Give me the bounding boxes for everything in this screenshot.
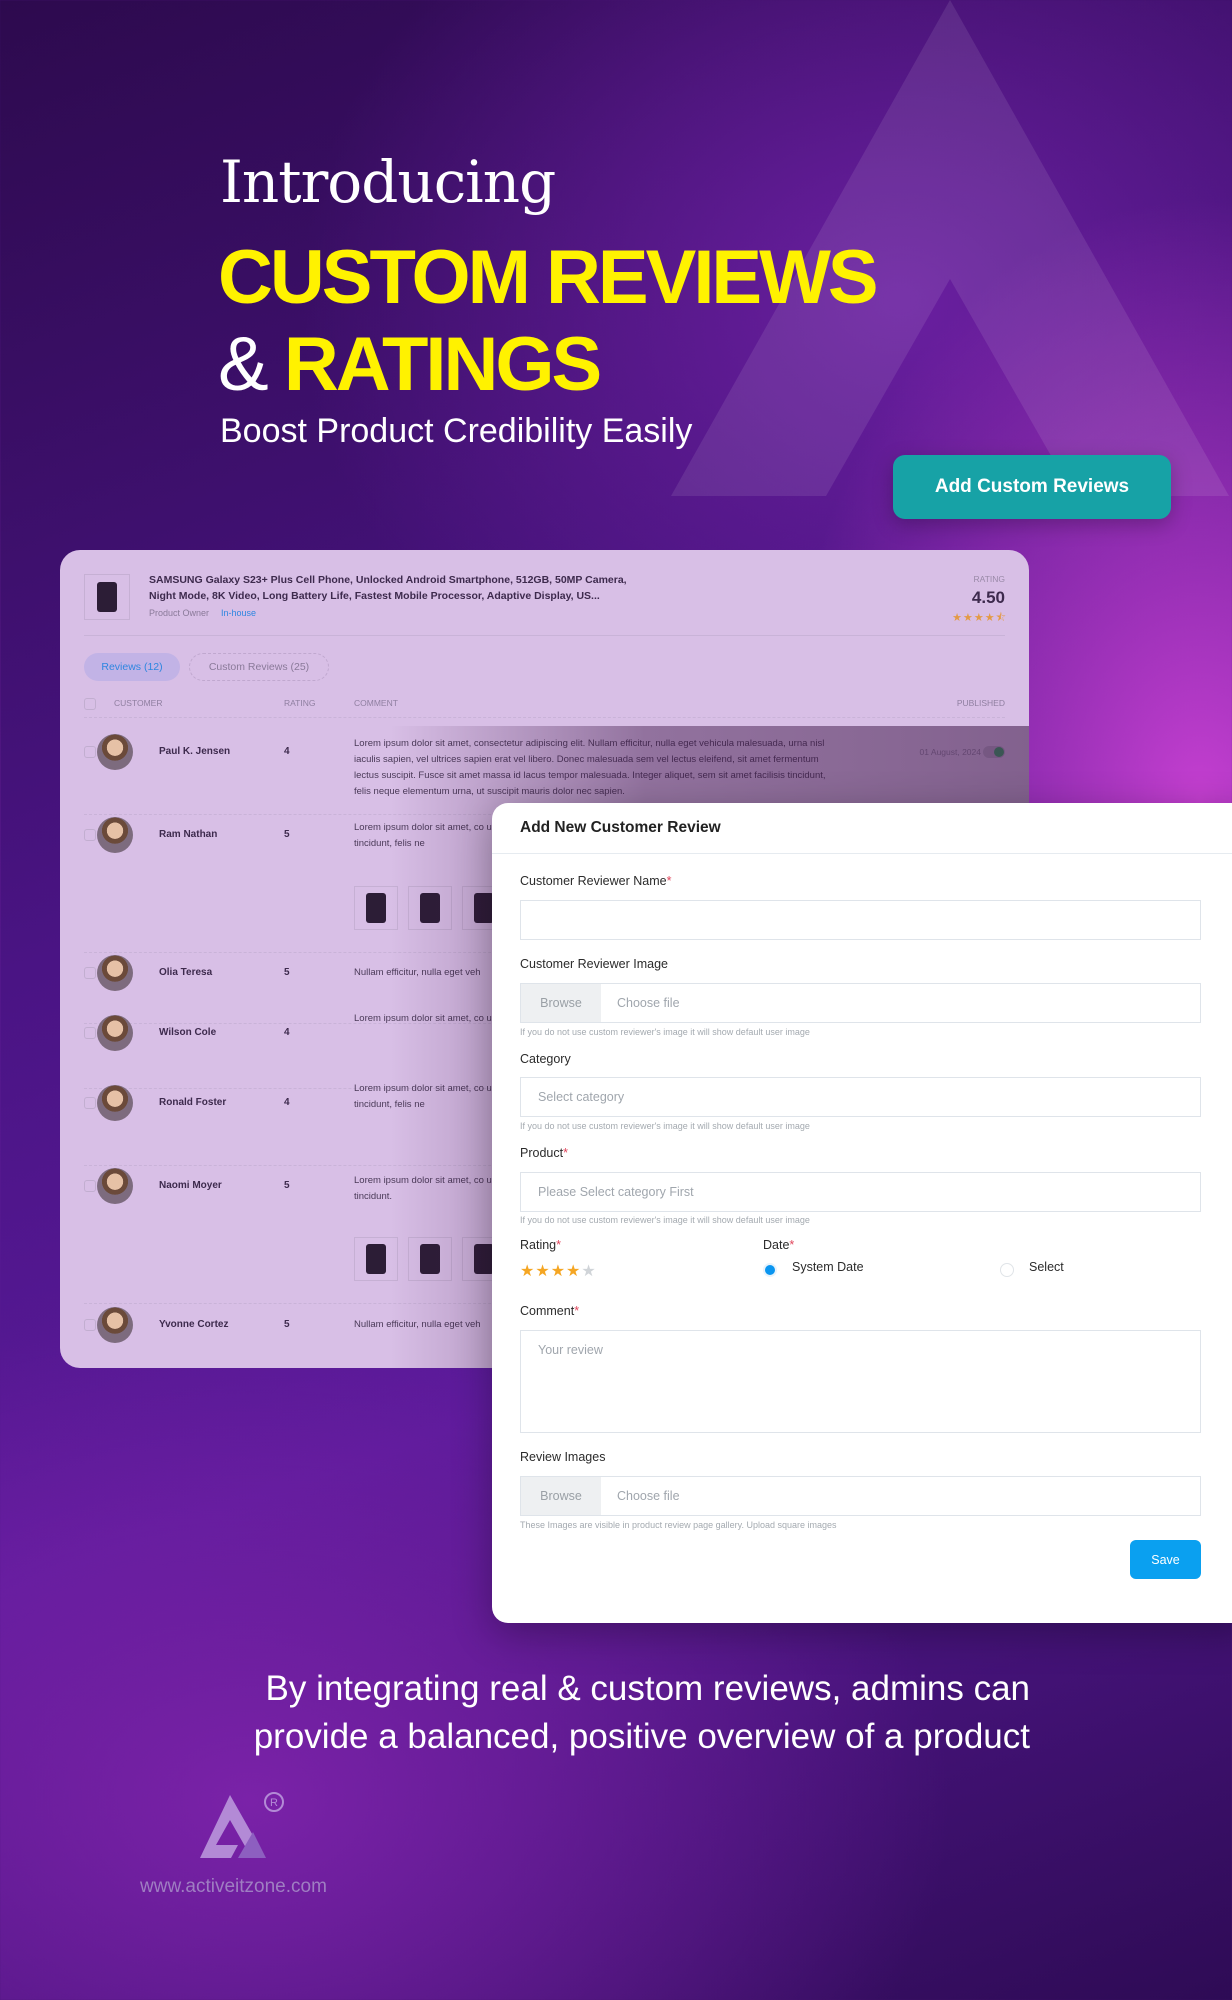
- choose-file-text: Choose file: [617, 996, 680, 1010]
- reviewer-name-input[interactable]: [520, 900, 1201, 940]
- row-checkbox[interactable]: [84, 1319, 96, 1331]
- avatar: [97, 1085, 133, 1121]
- row-checkbox[interactable]: [84, 1027, 96, 1039]
- customer-rating: 5: [284, 1319, 290, 1330]
- product-hint: If you do not use custom reviewer's imag…: [520, 1215, 810, 1225]
- avatar: [97, 817, 133, 853]
- customer-rating: 4: [284, 1027, 290, 1038]
- owner-label: Product Owner: [149, 608, 210, 618]
- header-divider: [84, 717, 1005, 718]
- avatar: [97, 734, 133, 770]
- browse-button[interactable]: Browse: [521, 1477, 601, 1515]
- reviewer-image-file-input[interactable]: Browse Choose file: [520, 983, 1201, 1023]
- row-checkbox[interactable]: [84, 967, 96, 979]
- column-published: PUBLISHED: [956, 698, 1005, 708]
- customer-name: Olia Teresa: [159, 967, 213, 978]
- customer-name: Ram Nathan: [159, 829, 218, 840]
- customer-rating: 4: [284, 1097, 290, 1108]
- hero-intro: Introducing: [220, 148, 556, 216]
- product-select[interactable]: Please Select category First: [520, 1172, 1201, 1212]
- choose-file-text: Choose file: [617, 1489, 680, 1503]
- review-images-file-input[interactable]: Browse Choose file: [520, 1476, 1201, 1516]
- hero-title-line2: RATINGS: [283, 322, 602, 407]
- tab-reviews[interactable]: Reviews (12): [84, 653, 180, 681]
- tab-custom-reviews[interactable]: Custom Reviews (25): [189, 653, 329, 681]
- avatar: [97, 1015, 133, 1051]
- category-label: Category: [520, 1052, 571, 1066]
- avatar: [97, 1307, 133, 1343]
- owner-value[interactable]: In-house: [221, 608, 256, 618]
- avatar: [97, 1168, 133, 1204]
- name-label: Customer Reviewer Name*: [520, 874, 672, 888]
- system-date-radio[interactable]: [763, 1263, 777, 1277]
- customer-name: Naomi Moyer: [159, 1180, 222, 1191]
- avatar: [97, 955, 133, 991]
- system-date-label: System Date: [792, 1260, 864, 1274]
- category-select[interactable]: Select category: [520, 1077, 1201, 1117]
- rating-value: 4.50: [971, 588, 1005, 607]
- browse-button[interactable]: Browse: [521, 984, 601, 1022]
- comment-textarea[interactable]: Your review: [520, 1330, 1201, 1433]
- hero-subtitle: Boost Product Credibility Easily: [220, 412, 693, 450]
- row-checkbox[interactable]: [84, 1097, 96, 1109]
- image-hint: If you do not use custom reviewer's imag…: [520, 1027, 810, 1037]
- product-owner: Product Owner In-house: [149, 608, 256, 618]
- customer-name: Paul K. Jensen: [159, 746, 231, 757]
- customer-name: Ronald Foster: [159, 1097, 227, 1108]
- website-url[interactable]: www.activeitzone.com: [140, 1876, 327, 1898]
- customer-rating: 4: [284, 746, 290, 757]
- rating-star-input[interactable]: ★★★★★: [520, 1261, 597, 1281]
- add-custom-reviews-button[interactable]: Add Custom Reviews: [893, 455, 1171, 519]
- hero-title-line1: CUSTOM REVIEWS: [218, 235, 879, 320]
- save-button[interactable]: Save: [1130, 1540, 1201, 1579]
- row-checkbox[interactable]: [84, 1180, 96, 1192]
- select-date-label: Select: [1029, 1260, 1064, 1274]
- rating-label: RATING: [973, 574, 1005, 584]
- select-date-radio[interactable]: [1000, 1263, 1014, 1277]
- product-thumbnail: [84, 574, 130, 620]
- review-images-label: Review Images: [520, 1450, 606, 1464]
- customer-name: Yvonne Cortez: [159, 1319, 229, 1330]
- column-rating: RATING: [284, 698, 316, 708]
- select-all-checkbox[interactable]: [84, 698, 96, 710]
- review-images-hint: These Images are visible in product revi…: [520, 1520, 837, 1530]
- divider: [84, 635, 1005, 636]
- comment-label: Comment*: [520, 1304, 580, 1318]
- hero-title-line2-wrap: & RATINGS: [218, 327, 602, 403]
- image-label: Customer Reviewer Image: [520, 957, 668, 971]
- category-hint: If you do not use custom reviewer's imag…: [520, 1121, 810, 1131]
- customer-rating: 5: [284, 1180, 290, 1191]
- add-review-form: Add New Customer Review Customer Reviewe…: [492, 803, 1232, 1623]
- customer-name: Wilson Cole: [159, 1027, 217, 1038]
- rating-stars: ★★★★⯪: [952, 612, 1007, 624]
- form-divider: [492, 853, 1232, 854]
- date-label: Date*: [763, 1238, 795, 1252]
- customer-rating: 5: [284, 967, 290, 978]
- rating-field-label: Rating*: [520, 1238, 562, 1252]
- row-checkbox[interactable]: [84, 829, 96, 841]
- product-label: Product*: [520, 1146, 568, 1160]
- row-checkbox[interactable]: [84, 746, 96, 758]
- activeitzone-logo: R: [200, 1792, 284, 1858]
- svg-text:R: R: [270, 1797, 278, 1809]
- column-customer: CUSTOMER: [114, 698, 163, 708]
- footer-tagline: By integrating real & custom reviews, ad…: [253, 1669, 1030, 1756]
- column-comment: COMMENT: [354, 698, 398, 708]
- customer-rating: 5: [284, 829, 290, 840]
- product-title: SAMSUNG Galaxy S23+ Plus Cell Phone, Unl…: [149, 574, 627, 602]
- form-title: Add New Customer Review: [520, 819, 721, 836]
- hero-ampersand: &: [218, 322, 269, 407]
